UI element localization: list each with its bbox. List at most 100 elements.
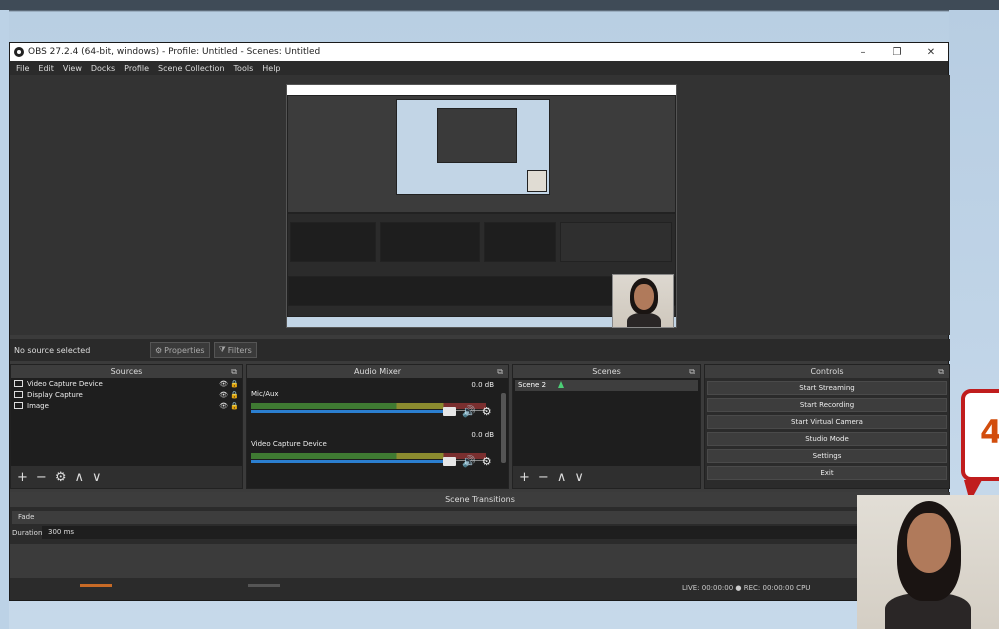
- sources-dock-title: Sources ⧉: [11, 365, 242, 378]
- nested-preview-inner: [396, 99, 550, 195]
- dock-float-icon[interactable]: ⧉: [938, 365, 944, 378]
- mouse-cursor-icon: [558, 381, 564, 388]
- source-properties-button[interactable]: ⚙: [55, 470, 67, 485]
- move-scene-down-button[interactable]: ∨: [574, 470, 584, 485]
- mixer-channel-video-capture: Video Capture Device 0.0 dB 🔊 ⚙: [247, 428, 508, 478]
- lock-icon[interactable]: 🔒: [230, 402, 239, 410]
- preview-area[interactable]: [10, 75, 950, 335]
- lock-icon[interactable]: 🔒: [230, 391, 239, 399]
- duration-label: Duration: [12, 528, 43, 537]
- gear-icon: ⚙: [155, 345, 163, 355]
- menu-file[interactable]: File: [16, 64, 29, 73]
- mixer-channel-mic: Mic/Aux 0.0 dB 🔊 ⚙: [247, 378, 508, 428]
- studio-mode-button[interactable]: Studio Mode: [707, 432, 947, 446]
- move-scene-up-button[interactable]: ∧: [557, 470, 567, 485]
- nested-preview: [287, 95, 676, 213]
- menu-profile[interactable]: Profile: [124, 64, 149, 73]
- channel-name: Mic/Aux: [251, 390, 279, 398]
- channel-db: 0.0 dB: [471, 431, 494, 439]
- menu-edit[interactable]: Edit: [38, 64, 54, 73]
- volume-slider-handle[interactable]: [443, 457, 456, 466]
- settings-button[interactable]: Settings: [707, 449, 947, 463]
- desktop-background-left: [0, 10, 9, 629]
- speaker-icon[interactable]: 🔊: [462, 455, 476, 468]
- obs-logo-icon: [14, 47, 24, 57]
- source-item-image[interactable]: Image 👁 🔒: [11, 400, 242, 411]
- sources-list[interactable]: Video Capture Device 👁 🔒 Display Capture…: [11, 378, 242, 466]
- camera-icon: [14, 380, 23, 387]
- status-accent: [248, 584, 280, 587]
- duration-input[interactable]: 300 ms: [42, 526, 950, 539]
- source-toolbar: No source selected ⚙ Properties ⧩ Filters: [10, 339, 950, 361]
- source-item-display-capture[interactable]: Display Capture 👁 🔒: [11, 389, 242, 400]
- scenes-list[interactable]: Scene 2: [513, 378, 700, 466]
- minimize-button[interactable]: –: [846, 47, 880, 58]
- lock-icon[interactable]: 🔒: [230, 380, 239, 388]
- remove-scene-button[interactable]: −: [538, 470, 549, 485]
- no-source-label: No source selected: [14, 345, 91, 355]
- source-label: Video Capture Device: [27, 379, 103, 388]
- dock-area: Sources ⧉ Video Capture Device 👁 🔒 Displa…: [10, 364, 950, 489]
- monitor-icon: [14, 391, 23, 398]
- dock-float-icon[interactable]: ⧉: [689, 365, 695, 378]
- mixer-scrollbar[interactable]: [501, 393, 506, 463]
- dock-float-icon[interactable]: ⧉: [497, 365, 503, 378]
- transition-select[interactable]: Fade: [12, 511, 948, 524]
- gear-icon[interactable]: ⚙: [482, 405, 492, 418]
- channel-name: Video Capture Device: [251, 440, 327, 448]
- add-source-button[interactable]: +: [17, 470, 28, 485]
- menu-bar: File Edit View Docks Profile Scene Colle…: [10, 61, 948, 75]
- remove-source-button[interactable]: −: [36, 470, 47, 485]
- eye-icon[interactable]: 👁: [219, 391, 228, 399]
- status-accent: [80, 584, 112, 587]
- speaker-icon[interactable]: 🔊: [462, 405, 476, 418]
- start-recording-button[interactable]: Start Recording: [707, 398, 947, 412]
- sources-toolbar: + − ⚙ ∧ ∨: [11, 466, 242, 488]
- audio-mixer-dock: Audio Mixer ⧉ Mic/Aux 0.0 dB 🔊 ⚙ Video Cap…: [246, 364, 509, 489]
- title-bar: OBS 27.2.4 (64-bit, windows) - Profile: …: [10, 43, 948, 61]
- eye-icon[interactable]: 👁: [219, 402, 228, 410]
- volume-slider[interactable]: [251, 410, 456, 413]
- filter-icon: ⧩: [218, 345, 226, 354]
- volume-slider[interactable]: [251, 460, 456, 463]
- menu-tools[interactable]: Tools: [234, 64, 254, 73]
- filters-button[interactable]: ⧩ Filters: [213, 342, 257, 358]
- restore-button[interactable]: ❐: [880, 47, 914, 58]
- scenes-toolbar: + − ∧ ∨: [513, 466, 700, 488]
- source-item-video-capture[interactable]: Video Capture Device 👁 🔒: [11, 378, 242, 389]
- menu-docks[interactable]: Docks: [91, 64, 115, 73]
- audio-mixer-body: Mic/Aux 0.0 dB 🔊 ⚙ Video Capture Device 0…: [247, 378, 508, 488]
- eye-icon[interactable]: 👁: [219, 380, 228, 388]
- scene-transitions-title: Scene Transitions: [10, 492, 950, 507]
- volume-slider-handle[interactable]: [443, 407, 456, 416]
- close-button[interactable]: ✕: [914, 47, 948, 58]
- status-bar: LIVE: 00:00:00 ● REC: 00:00:00 CPU: [10, 578, 950, 600]
- filters-label: Filters: [227, 345, 252, 355]
- scenes-dock-title: Scenes ⧉: [513, 365, 700, 378]
- status-text: LIVE: 00:00:00 ● REC: 00:00:00 CPU: [682, 584, 811, 592]
- dock-float-icon[interactable]: ⧉: [231, 365, 237, 378]
- scene-item[interactable]: Scene 2: [515, 380, 698, 391]
- nested-preview-deep: [437, 108, 517, 163]
- obs-window: OBS 27.2.4 (64-bit, windows) - Profile: …: [9, 42, 950, 601]
- start-streaming-button[interactable]: Start Streaming: [707, 381, 947, 395]
- add-scene-button[interactable]: +: [519, 470, 530, 485]
- menu-view[interactable]: View: [63, 64, 82, 73]
- step-callout: 4: [961, 389, 999, 481]
- window-title: OBS 27.2.4 (64-bit, windows) - Profile: …: [28, 47, 321, 57]
- gear-icon[interactable]: ⚙: [482, 455, 492, 468]
- properties-button[interactable]: ⚙ Properties: [150, 342, 210, 358]
- properties-label: Properties: [164, 345, 205, 355]
- start-virtual-camera-button[interactable]: Start Virtual Camera: [707, 415, 947, 429]
- menu-help[interactable]: Help: [262, 64, 280, 73]
- scene-transitions-dock: Scene Transitions Fade Duration 300 ms: [10, 492, 950, 544]
- presenter-webcam: [857, 495, 999, 629]
- exit-button[interactable]: Exit: [707, 466, 947, 480]
- controls-dock: Controls ⧉ Start Streaming Start Recordin…: [704, 364, 950, 489]
- audio-mixer-title: Audio Mixer ⧉: [247, 365, 508, 378]
- sources-dock: Sources ⧉ Video Capture Device 👁 🔒 Displa…: [10, 364, 243, 489]
- webcam-overlay-preview: [612, 274, 674, 328]
- menu-scene-collection[interactable]: Scene Collection: [158, 64, 225, 73]
- move-source-down-button[interactable]: ∨: [92, 470, 102, 485]
- move-source-up-button[interactable]: ∧: [74, 470, 84, 485]
